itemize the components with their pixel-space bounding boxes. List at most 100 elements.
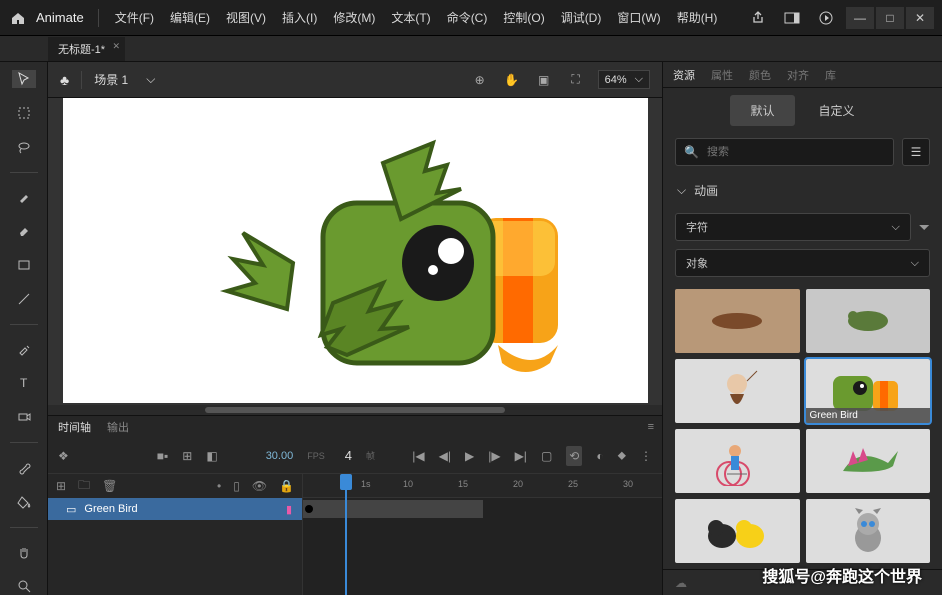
layer-row[interactable]: ▭ Green Bird ▮	[48, 498, 302, 520]
outline-icon[interactable]: ▯	[233, 479, 240, 493]
menu-view[interactable]: 视图(V)	[220, 6, 272, 29]
fps-value[interactable]: 30.00	[266, 450, 294, 462]
marker-icon[interactable]: ◧	[206, 449, 217, 463]
search-input[interactable]	[707, 146, 885, 158]
frame-number[interactable]: 4	[345, 448, 352, 463]
tab-timeline[interactable]: 时间轴	[58, 419, 91, 435]
maximize-button[interactable]: □	[876, 7, 904, 29]
line-tool[interactable]	[12, 290, 36, 308]
close-button[interactable]: ✕	[906, 7, 934, 29]
section-animation[interactable]: ⌵ 动画	[663, 172, 942, 209]
text-tool[interactable]: T	[12, 374, 36, 392]
asset-thumbnail-selected[interactable]: Green Bird	[806, 359, 931, 423]
asset-thumbnail[interactable]	[675, 289, 800, 353]
eraser-tool[interactable]	[12, 222, 36, 240]
tab-assets[interactable]: 资源	[673, 67, 695, 83]
rectangle-tool[interactable]	[12, 256, 36, 274]
tab-color[interactable]: 颜色	[749, 67, 771, 83]
highlight-icon[interactable]: •	[217, 479, 221, 493]
onion-skin-icon[interactable]: ◐	[596, 449, 603, 463]
menu-command[interactable]: 命令(C)	[441, 6, 494, 29]
keyframe[interactable]	[305, 505, 313, 513]
share-icon[interactable]	[748, 8, 768, 28]
mode-custom[interactable]: 自定义	[799, 95, 875, 126]
eyedropper-tool[interactable]	[12, 341, 36, 359]
asset-thumbnail[interactable]	[675, 359, 800, 423]
tab-align[interactable]: 对齐	[787, 67, 809, 83]
tab-output[interactable]: 输出	[107, 419, 129, 435]
minimize-button[interactable]: —	[846, 7, 874, 29]
insert-keyframe-icon[interactable]: ⬥	[618, 448, 626, 463]
camera-toggle-icon[interactable]: ■▪	[157, 449, 169, 463]
tab-library[interactable]: 库	[825, 67, 836, 83]
frame-label: 帧	[366, 449, 375, 462]
dropdown-character[interactable]: 字符⌵	[675, 213, 911, 241]
layer-color-swatch[interactable]: ▮	[286, 503, 292, 516]
clip-icon[interactable]: ▣	[534, 70, 554, 90]
zoom-dropdown[interactable]: 64% ⌵	[598, 70, 650, 89]
stage-canvas[interactable]	[63, 98, 648, 403]
menu-control[interactable]: 控制(O)	[497, 6, 550, 29]
menubar: 文件(F) 编辑(E) 视图(V) 插入(I) 修改(M) 文本(T) 命令(C…	[109, 6, 748, 29]
tab-properties[interactable]: 属性	[711, 67, 733, 83]
lasso-tool[interactable]	[12, 138, 36, 156]
paint-bucket-tool[interactable]	[12, 493, 36, 511]
brush-tool[interactable]	[12, 188, 36, 206]
menu-window[interactable]: 窗口(W)	[611, 6, 666, 29]
new-layer-icon[interactable]: ⊞	[56, 479, 66, 493]
menu-edit[interactable]: 编辑(E)	[164, 6, 216, 29]
graph-icon[interactable]: ⊞	[182, 449, 192, 463]
close-tab-icon[interactable]: ✕	[113, 41, 121, 52]
play-button[interactable]: ▶	[465, 449, 474, 463]
lock-icon[interactable]: 🔒	[279, 479, 294, 493]
playhead[interactable]	[345, 474, 347, 595]
menu-debug[interactable]: 调试(D)	[555, 6, 608, 29]
goto-last-icon[interactable]: ▶|	[515, 449, 527, 463]
asset-thumbnail[interactable]	[806, 499, 931, 563]
scene-dropdown[interactable]: 场景 1 ⌵	[94, 71, 155, 88]
menu-modify[interactable]: 修改(M)	[327, 6, 381, 29]
goto-first-icon[interactable]: |◀	[412, 449, 424, 463]
panel-menu-icon[interactable]: ≡	[648, 421, 654, 433]
step-fwd-icon[interactable]: |▶	[488, 449, 500, 463]
menu-help[interactable]: 帮助(H)	[671, 6, 724, 29]
selection-tool[interactable]	[12, 70, 36, 88]
insert-frame-icon[interactable]: ▢	[541, 449, 552, 463]
free-transform-tool[interactable]	[12, 104, 36, 122]
step-back-icon[interactable]: ◀|	[439, 449, 451, 463]
document-tab[interactable]: 无标题-1* ✕	[48, 37, 125, 61]
horizontal-scrollbar[interactable]	[48, 405, 662, 415]
chevron-down-icon: ⌵	[677, 183, 686, 198]
zoom-tool[interactable]	[12, 577, 36, 595]
asset-thumbnail[interactable]	[675, 499, 800, 563]
fit-icon[interactable]: ⛶	[566, 70, 586, 90]
asset-thumbnail[interactable]	[806, 429, 931, 493]
filter-icon[interactable]: ⏷	[919, 219, 930, 236]
timeline-menu-icon[interactable]: ⋮	[640, 449, 652, 463]
layers-icon[interactable]: ❖	[58, 449, 69, 463]
asset-thumbnail[interactable]	[675, 429, 800, 493]
frame-track[interactable]	[303, 498, 662, 520]
list-view-icon[interactable]: ☰	[902, 138, 930, 166]
center-stage-icon[interactable]: ⊕	[470, 70, 490, 90]
new-folder-icon[interactable]: 🗀	[78, 476, 90, 497]
delete-layer-icon[interactable]: 🗑	[102, 479, 117, 493]
dropdown-object[interactable]: 对象⌵	[675, 249, 930, 277]
menu-text[interactable]: 文本(T)	[385, 6, 436, 29]
menu-file[interactable]: 文件(F)	[109, 6, 160, 29]
asset-thumbnail[interactable]	[806, 289, 931, 353]
home-icon[interactable]	[8, 8, 28, 28]
camera-tool[interactable]	[12, 408, 36, 426]
play-icon[interactable]	[816, 8, 836, 28]
rotate-icon[interactable]: ✋	[502, 70, 522, 90]
visibility-icon[interactable]: 👁	[252, 479, 267, 493]
hand-tool[interactable]	[12, 543, 36, 561]
cloud-upload-icon[interactable]: ☁	[675, 576, 687, 590]
menu-insert[interactable]: 插入(I)	[276, 6, 323, 29]
workspace-icon[interactable]	[782, 8, 802, 28]
loop-icon[interactable]: ⟲	[566, 446, 582, 466]
bone-tool[interactable]	[12, 459, 36, 477]
mode-default[interactable]: 默认	[730, 95, 794, 126]
frame-ruler[interactable]: 1s 10 15 20 25 30	[303, 474, 662, 498]
frames-area[interactable]: 1s 10 15 20 25 30	[303, 474, 662, 595]
